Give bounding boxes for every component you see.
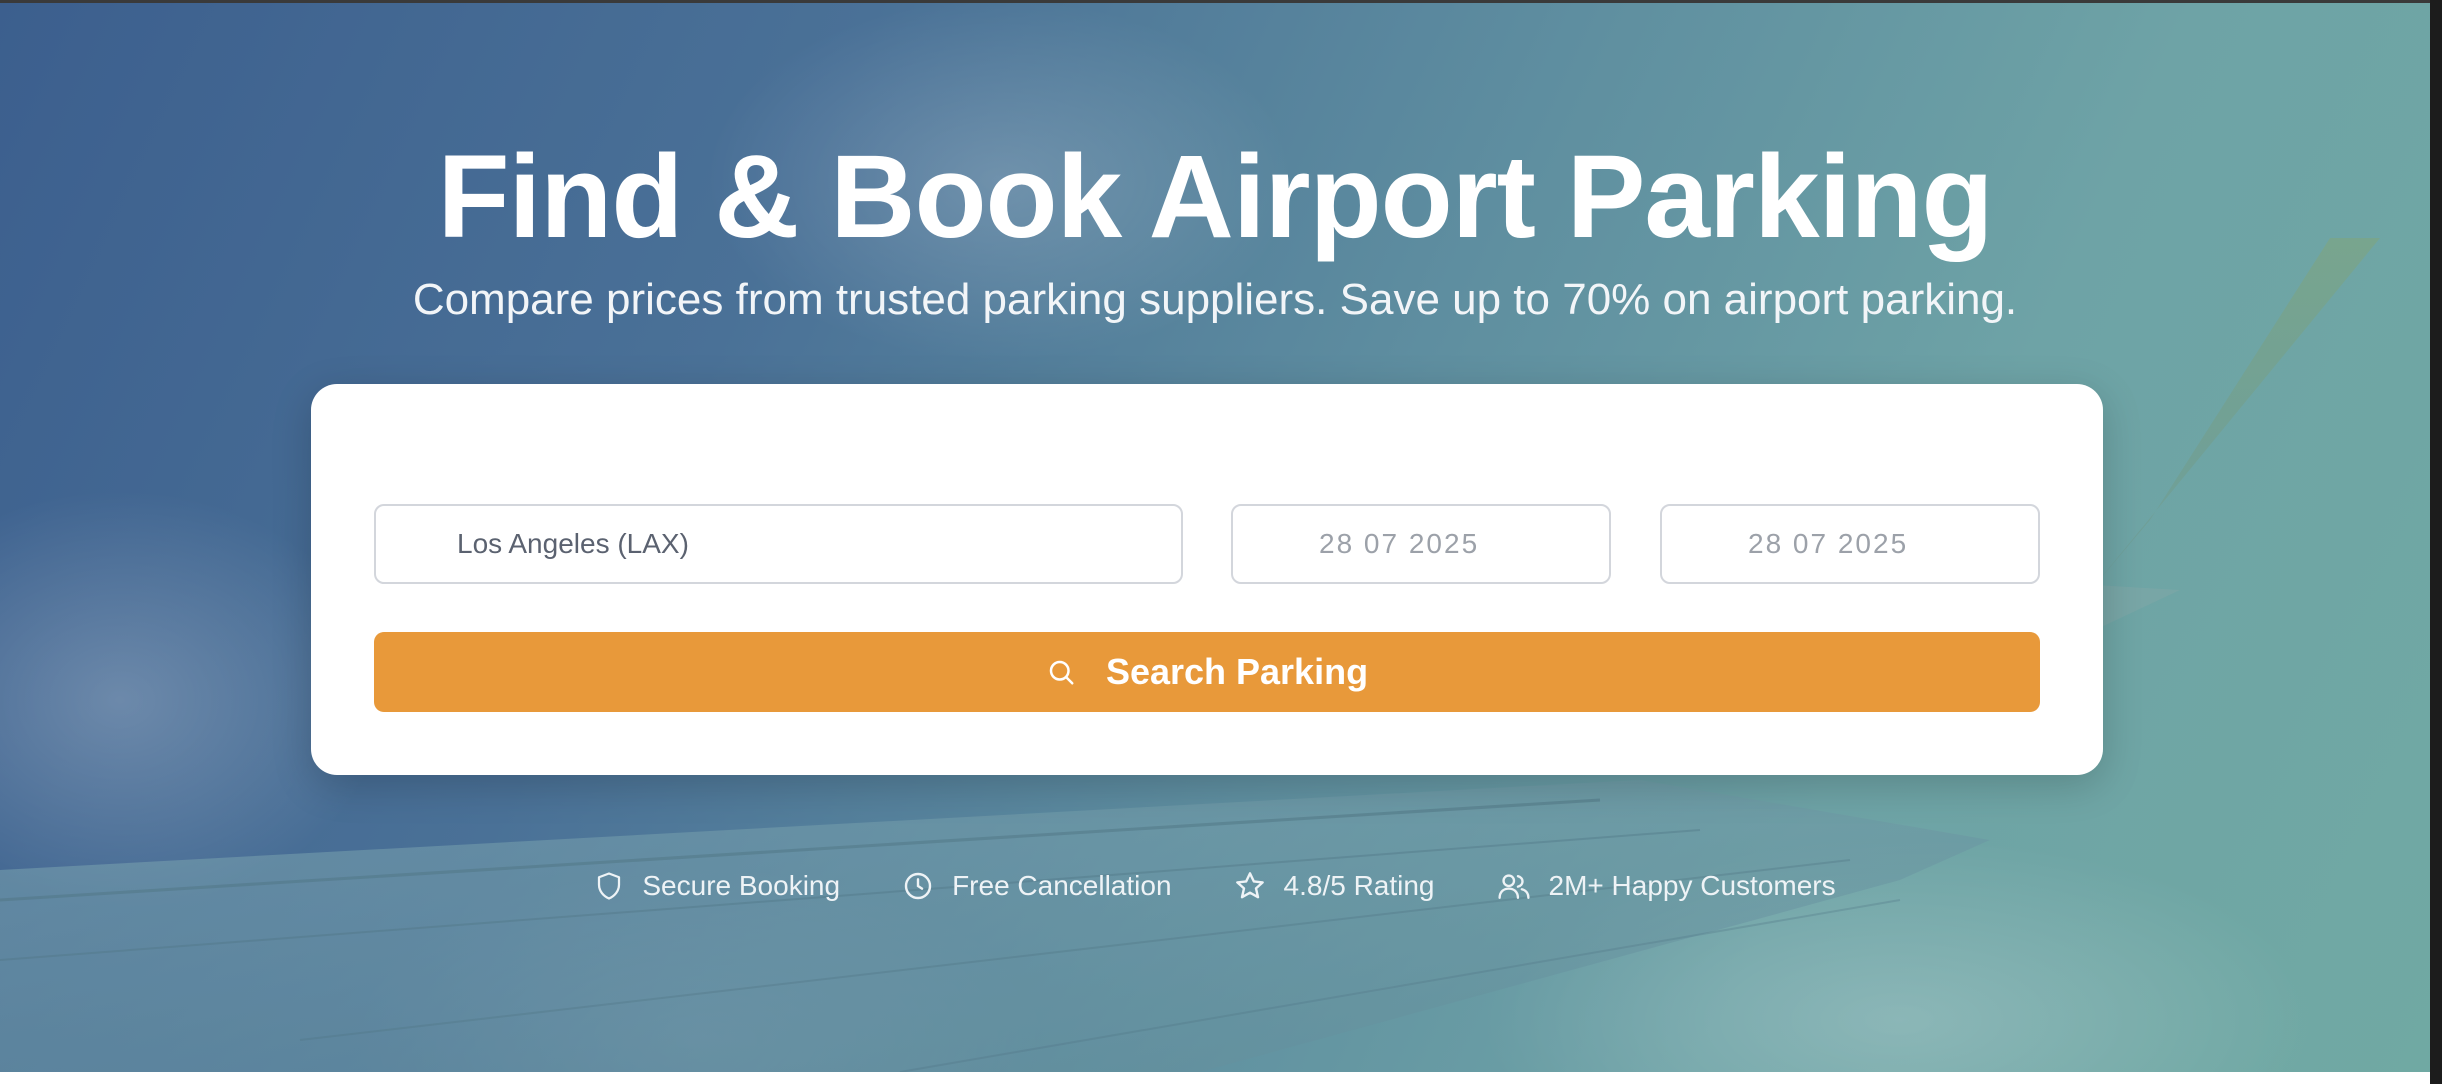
search-icon: [1046, 657, 1076, 687]
page-title: Find & Book Airport Parking: [437, 131, 1993, 264]
airport-location-input[interactable]: Los Angeles (LAX): [374, 504, 1183, 584]
page-subtitle: Compare prices from trusted parking supp…: [412, 275, 2018, 324]
search-parking-button[interactable]: Search Parking: [374, 632, 2040, 712]
search-card: Los Angeles (LAX) 28 07 2025 28 07 2025 …: [311, 384, 2103, 775]
feature-happy-customers: 2M+ Happy Customers: [1497, 870, 1836, 902]
clock-icon: [902, 870, 934, 902]
end-date-input[interactable]: 28 07 2025: [1660, 504, 2040, 584]
feature-rating: 4.8/5 Rating: [1234, 870, 1435, 902]
search-button-label: Search Parking: [1105, 651, 1369, 692]
star-icon: [1234, 870, 1266, 902]
window-edge: [2430, 0, 2442, 1084]
feature-label: Secure Booking: [642, 870, 841, 901]
feature-label: 2M+ Happy Customers: [1548, 870, 1836, 901]
feature-free-cancellation: Free Cancellation: [902, 870, 1172, 902]
feature-label: Free Cancellation: [952, 870, 1172, 901]
users-icon: [1497, 870, 1531, 902]
features-row: Secure Booking Free Cancellation 4.8/5 R…: [0, 870, 2430, 902]
shield-icon: [594, 870, 624, 902]
feature-secure-booking: Secure Booking: [594, 870, 840, 902]
page-bottom-edge: [0, 1072, 2430, 1084]
hero-section: Find & Book Airport Parking Compare pric…: [0, 0, 2430, 1072]
feature-label: 4.8/5 Rating: [1283, 870, 1435, 901]
start-date-input[interactable]: 28 07 2025: [1231, 504, 1611, 584]
